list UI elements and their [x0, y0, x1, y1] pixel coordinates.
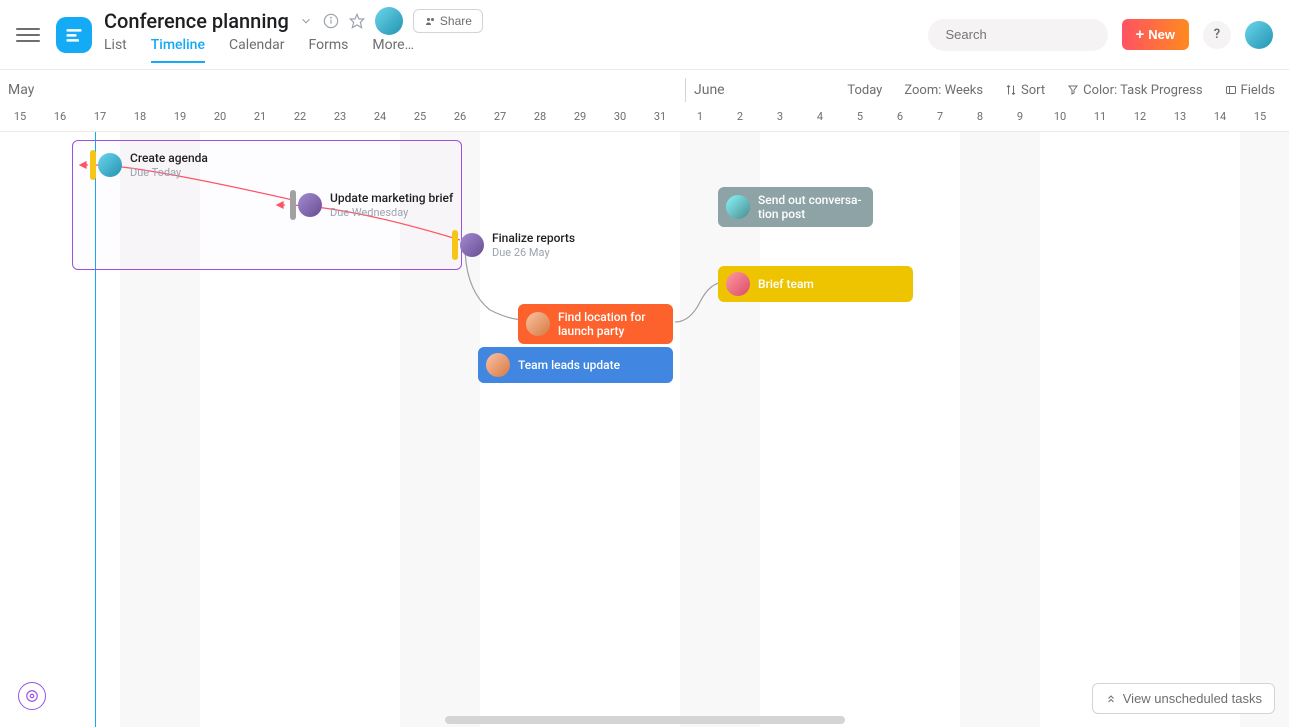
user-avatar[interactable] — [1245, 21, 1273, 49]
timeline-canvas[interactable]: Create agenda Due Today Update marketing… — [0, 132, 1289, 727]
share-button[interactable]: Share — [413, 9, 483, 33]
task-find-location[interactable]: Find location for launch party — [518, 304, 673, 344]
color-selector[interactable]: Color: Task Progress — [1067, 83, 1202, 98]
assignee-avatar — [726, 195, 750, 219]
task-team-leads[interactable]: Team leads update — [478, 347, 673, 383]
chevron-down-icon[interactable] — [299, 14, 313, 28]
project-title[interactable]: Conference planning — [104, 9, 289, 33]
task-pill — [290, 190, 296, 220]
tab-more[interactable]: More… — [372, 37, 414, 63]
assignee-avatar — [298, 193, 322, 217]
sort-button[interactable]: Sort — [1005, 83, 1045, 98]
month-label-june: June — [685, 78, 725, 102]
date-header: 15 16 17 18 19 20 21 22 23 24 25 26 27 2… — [0, 110, 1289, 132]
fields-icon — [1225, 84, 1237, 96]
sort-icon — [1005, 84, 1017, 96]
filter-icon — [1067, 84, 1079, 96]
search-input[interactable] — [928, 19, 1108, 51]
tab-calendar[interactable]: Calendar — [229, 37, 285, 63]
task-pill — [452, 230, 458, 260]
assignee-avatar — [98, 153, 122, 177]
info-icon[interactable] — [323, 13, 339, 29]
new-button[interactable]: +New — [1122, 19, 1190, 50]
assignee-avatar — [460, 233, 484, 257]
help-button[interactable]: ? — [1203, 21, 1231, 49]
horizontal-scrollbar[interactable] — [445, 716, 845, 724]
task-create-agenda[interactable]: Create agenda Due Today — [90, 150, 208, 180]
assignee-avatar — [486, 353, 510, 377]
today-button[interactable]: Today — [847, 83, 882, 98]
tab-list[interactable]: List — [104, 37, 127, 63]
weekend-shade — [960, 132, 1040, 727]
fields-button[interactable]: Fields — [1225, 83, 1275, 98]
view-unscheduled-button[interactable]: View unscheduled tasks — [1092, 683, 1275, 714]
task-brief-team[interactable]: Brief team — [718, 266, 913, 302]
chevrons-up-icon — [1105, 693, 1117, 705]
menu-button[interactable] — [16, 23, 40, 47]
star-icon[interactable] — [349, 13, 365, 29]
assignee-avatar — [526, 312, 550, 336]
project-tabs: List Timeline Calendar Forms More… — [104, 37, 928, 63]
project-member-avatar[interactable] — [375, 7, 403, 35]
task-pill — [90, 150, 96, 180]
weekend-shade — [1240, 132, 1289, 727]
month-label-may: May — [8, 82, 34, 98]
task-send-out-post[interactable]: Send out conversa- tion post — [718, 187, 873, 227]
task-finalize-reports[interactable]: Finalize reports Due 26 May — [452, 230, 575, 260]
info-badge[interactable] — [18, 682, 46, 710]
tab-timeline[interactable]: Timeline — [151, 37, 205, 63]
zoom-selector[interactable]: Zoom: Weeks — [904, 83, 983, 98]
project-icon — [56, 17, 92, 53]
assignee-avatar — [726, 272, 750, 296]
tab-forms[interactable]: Forms — [309, 37, 349, 63]
task-update-brief[interactable]: Update marketing brief Due Wednesday — [290, 190, 453, 220]
